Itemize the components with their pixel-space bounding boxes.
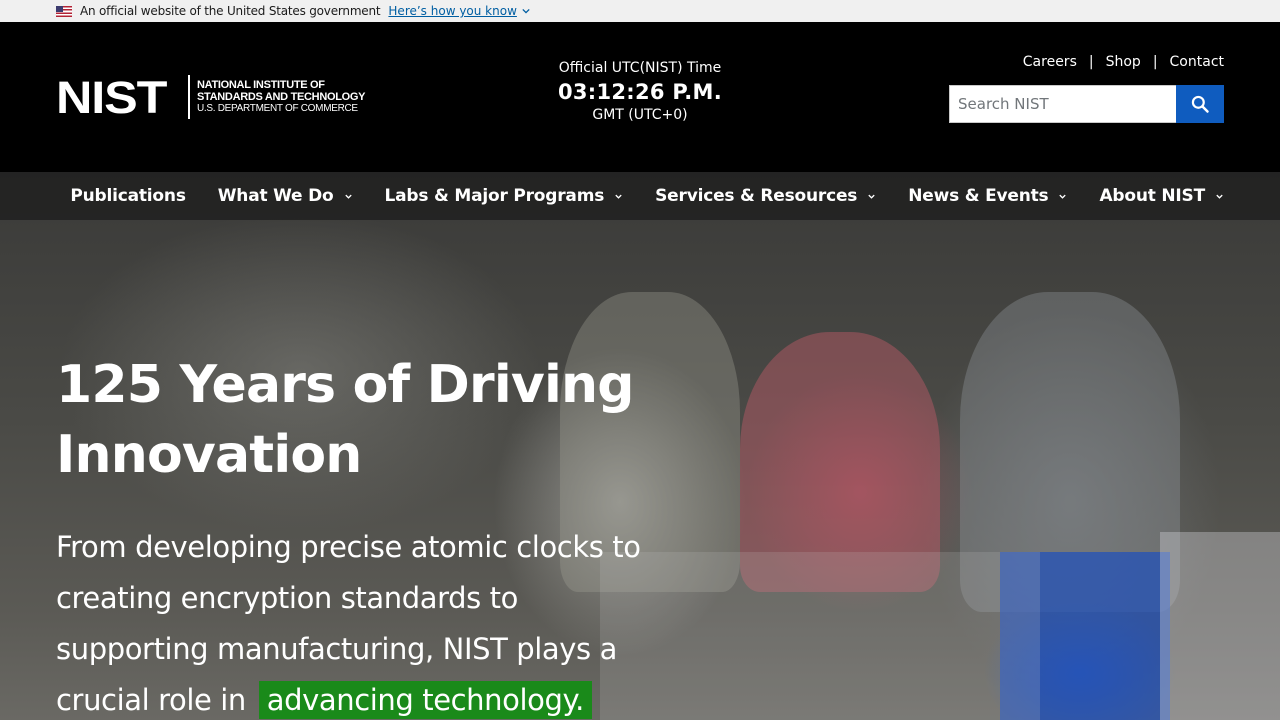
nav-services-resources[interactable]: Services & Resources [655,172,876,220]
logo-mark: NIST [56,71,167,123]
nav-label: What We Do [217,186,334,206]
shop-link[interactable]: Shop [1106,54,1141,70]
heres-how-you-know-label: Here’s how you know [388,4,517,18]
time-value: 03:12:26 P.M. [557,80,723,104]
logo-text: NATIONAL INSTITUTE OF STANDARDS AND TECH… [197,79,366,115]
nav-label: Publications [70,186,186,206]
site-header: NIST NATIONAL INSTITUTE OF STANDARDS AND… [0,22,1280,172]
search-form [949,85,1224,123]
careers-link[interactable]: Careers [1023,54,1077,70]
nav-news-events[interactable]: News & Events [908,172,1067,220]
search-button[interactable] [1176,85,1224,123]
hero-highlight: advancing technology. [258,681,592,719]
nav-about-nist[interactable]: About NIST [1099,172,1224,220]
logo-line-2: STANDARDS AND TECHNOLOGY [197,91,366,103]
link-separator: | [1088,54,1094,70]
link-separator: | [1152,54,1158,70]
chevron-down-icon [615,194,622,199]
gov-banner-text: An official website of the United States… [80,4,381,18]
chevron-down-icon [1059,194,1067,199]
search-input[interactable] [949,85,1176,123]
hero-text: From developing precise atomic clocks to… [56,522,656,720]
us-flag-icon [56,5,72,17]
search-icon [1191,95,1209,113]
gov-banner: An official website of the United States… [0,0,1280,22]
chevron-down-icon [522,8,530,14]
nav-label: About NIST [1099,186,1205,206]
hero-title: 125 Years of Driving Innovation [56,355,634,485]
logo-line-1: NATIONAL INSTITUTE OF [197,79,325,91]
nav-label: Services & Resources [655,186,858,206]
nav-what-we-do[interactable]: What We Do [218,172,353,220]
chevron-down-icon [868,194,875,199]
time-zone: GMT (UTC+0) [592,107,688,123]
nav-label: News & Events [908,186,1049,206]
contact-link[interactable]: Contact [1170,54,1224,70]
nav-label: Labs & Major Programs [384,186,605,206]
nav-labs-major-programs[interactable]: Labs & Major Programs [385,172,624,220]
nist-logo[interactable]: NIST NATIONAL INSTITUTE OF STANDARDS AND… [56,74,378,120]
nav-publications[interactable]: Publications [70,172,186,220]
utility-links: Careers | Shop | Contact [1023,54,1224,70]
chevron-down-icon [344,194,352,199]
chevron-down-icon [1216,194,1223,199]
logo-line-3: U.S. DEPARTMENT OF COMMERCE [197,103,358,114]
main-nav: Publications What We Do Labs & Major Pro… [0,172,1280,220]
heres-how-you-know-link[interactable]: Here’s how you know [388,4,530,18]
nist-time[interactable]: Official UTC(NIST) Time 03:12:26 P.M. GM… [540,60,740,123]
time-label: Official UTC(NIST) Time [558,60,722,76]
